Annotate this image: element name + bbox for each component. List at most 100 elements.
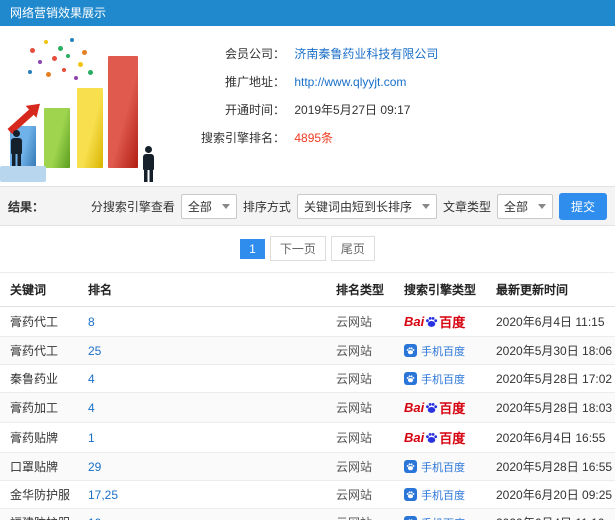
rank-link[interactable]: 25 [88, 344, 101, 358]
open-time-label: 开通时间： [224, 103, 285, 117]
time-cell: 2020年6月20日 09:25 [486, 480, 615, 509]
baidu-logo: Bai 百度 [404, 430, 466, 446]
chart-illustration [0, 30, 178, 182]
mobile-baidu-icon [404, 460, 417, 473]
engine-cell: Bai 百度 [394, 392, 486, 423]
article-type-value: 全部 [503, 199, 528, 214]
engine-filter-select[interactable]: 全部 [180, 193, 237, 219]
keyword-cell: 福建防护服 [0, 508, 78, 520]
chevron-down-icon [421, 203, 430, 209]
rank-cell: 25 [78, 336, 326, 365]
ranking-count-value: 4895条 [294, 131, 334, 145]
rank-cell: 8 [78, 306, 326, 337]
company-label: 会员公司： [224, 47, 285, 61]
rank-cell: 10 [78, 508, 326, 520]
info-row-url: 推广地址： http://www.qlyyjt.com [185, 68, 615, 96]
table-row: 膏药代工 8 云网站 Bai 百度 2020年6月4日 11:15 [0, 306, 615, 337]
open-time-value: 2019年5月27日 09:17 [294, 103, 411, 117]
results-table: 关键词 排名 排名类型 搜索引擎类型 最新更新时间 膏药代工 8 云网站 Bai 百度 2020年… [0, 273, 615, 520]
rank-link[interactable]: 1 [88, 431, 95, 445]
rank-link[interactable]: 17,25 [88, 488, 118, 502]
time-cell: 2020年6月4日 11:15 [486, 306, 615, 337]
engine-cell: 手机百度 [394, 336, 486, 365]
rank-link[interactable]: 4 [88, 372, 95, 386]
rank-type-cell: 云网站 [326, 422, 394, 453]
paw-icon [406, 463, 415, 471]
keyword-cell: 膏药贴牌 [0, 422, 78, 453]
paw-icon [406, 375, 415, 383]
info-row-open-time: 开通时间： 2019年5月27日 09:17 [185, 96, 615, 124]
keyword-cell: 口罩贴牌 [0, 452, 78, 481]
rank-cell: 29 [78, 452, 326, 481]
confetti-dot [46, 72, 51, 77]
info-section: 会员公司： 济南秦鲁药业科技有限公司 推广地址： http://www.qlyy… [0, 26, 615, 186]
chevron-down-icon [537, 203, 546, 209]
column-header: 排名 [78, 273, 326, 307]
confetti-dot [78, 62, 83, 67]
sort-filter-label: 排序方式 [242, 199, 291, 214]
article-type-label: 文章类型 [442, 199, 491, 214]
keyword-cell: 膏药代工 [0, 306, 78, 337]
rank-cell: 4 [78, 392, 326, 423]
next-page-button[interactable]: 下一页 [269, 236, 326, 261]
bar-green [44, 108, 70, 168]
column-header: 最新更新时间 [486, 273, 615, 307]
rank-type-cell: 云网站 [326, 336, 394, 365]
paw-icon [426, 432, 438, 443]
confetti-dot [52, 56, 57, 61]
keyword-cell: 膏药代工 [0, 336, 78, 365]
table-body: 膏药代工 8 云网站 Bai 百度 2020年6月4日 11:15 膏药代工 25 云网站 手机百… [0, 306, 615, 520]
table-row: 膏药加工 4 云网站 Bai 百度 2020年5月28日 18:03 [0, 392, 615, 423]
engine-cell: Bai 百度 [394, 422, 486, 453]
table-row: 秦鲁药业 4 云网站 手机百度 2020年5月28日 17:02 [0, 364, 615, 393]
confetti-dot [58, 46, 63, 51]
baidu-logo: Bai 百度 [404, 400, 466, 416]
engine-filter-label: 分搜索引擎查看 [90, 199, 175, 214]
sort-filter-value: 关键词由短到长排序 [303, 199, 412, 214]
table-row: 口罩贴牌 29 云网站 手机百度 2020年5月28日 16:55 [0, 452, 615, 481]
confetti-dot [38, 60, 42, 64]
mobile-baidu-icon [404, 372, 417, 385]
businessman-figure [140, 146, 156, 182]
submit-button[interactable]: 提交 [558, 192, 607, 220]
rank-link[interactable]: 8 [88, 315, 95, 329]
rank-link[interactable]: 29 [88, 460, 101, 474]
rank-type-cell: 云网站 [326, 306, 394, 337]
paw-icon [406, 491, 415, 499]
engine-filter-value: 全部 [187, 199, 212, 214]
rank-type-cell: 云网站 [326, 452, 394, 481]
mobile-baidu-icon [404, 344, 417, 357]
pagination: 1 下一页 尾页 [0, 226, 615, 273]
rank-link[interactable]: 10 [88, 516, 101, 520]
company-link[interactable]: 济南秦鲁药业科技有限公司 [294, 47, 438, 61]
confetti-dot [88, 70, 93, 75]
mobile-baidu-icon [404, 516, 417, 520]
promo-url-link[interactable]: http://www.qlyyjt.com [294, 75, 406, 89]
column-header: 排名类型 [326, 273, 394, 307]
column-header: 关键词 [0, 273, 78, 307]
time-cell: 2020年6月4日 11:10 [486, 508, 615, 520]
confetti-dot [62, 68, 66, 72]
article-type-select[interactable]: 全部 [496, 193, 553, 219]
engine-cell: 手机百度 [394, 508, 486, 520]
bar-yellow [77, 88, 103, 168]
time-cell: 2020年5月28日 17:02 [486, 364, 615, 393]
engine-cell: Bai 百度 [394, 306, 486, 337]
result-label: 结果： [8, 199, 45, 214]
column-header: 搜索引擎类型 [394, 273, 486, 307]
table-row: 膏药代工 25 云网站 手机百度 2020年5月30日 18:06 [0, 336, 615, 365]
keyword-cell: 秦鲁药业 [0, 364, 78, 393]
time-cell: 2020年5月30日 18:06 [486, 336, 615, 365]
last-page-button[interactable]: 尾页 [330, 236, 375, 261]
rank-link[interactable]: 4 [88, 401, 95, 415]
time-cell: 2020年6月4日 16:55 [486, 422, 615, 453]
time-cell: 2020年5月28日 16:55 [486, 452, 615, 481]
keyword-cell: 膏药加工 [0, 392, 78, 423]
sort-filter-select[interactable]: 关键词由短到长排序 [296, 193, 437, 219]
promo-url-label: 推广地址： [224, 75, 285, 89]
confetti-dot [44, 40, 48, 44]
page-titlebar: 网络营销效果展示 [0, 0, 615, 26]
page-number-current[interactable]: 1 [240, 238, 265, 259]
info-row-company: 会员公司： 济南秦鲁药业科技有限公司 [185, 40, 615, 68]
baidu-logo: Bai 百度 [404, 314, 466, 330]
